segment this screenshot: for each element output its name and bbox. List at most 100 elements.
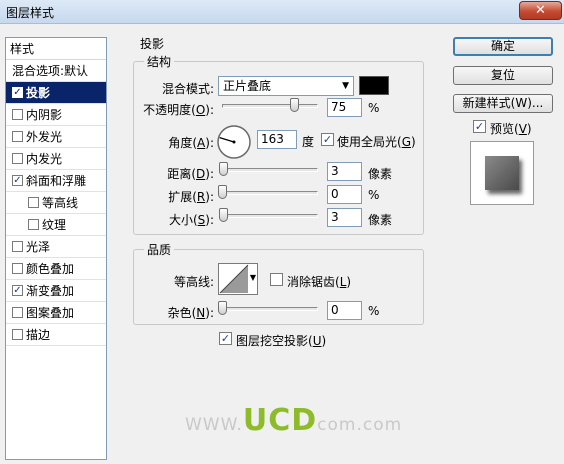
angle-label: 角度(A):	[168, 136, 214, 150]
reset-button[interactable]: 复位	[453, 66, 553, 85]
style-checkbox[interactable]: ✓	[12, 175, 23, 186]
size-unit: 像素	[368, 213, 393, 227]
style-item-label: 内阴影	[26, 108, 63, 122]
style-item-label: 外发光	[26, 130, 63, 144]
watermark: WWW.UCDcom.com	[185, 403, 415, 439]
preview-thumbnail	[485, 156, 519, 190]
styles-list-item[interactable]: 颜色叠加	[6, 258, 106, 280]
angle-dial[interactable]	[216, 124, 252, 160]
structure-title: 结构	[144, 53, 175, 70]
styles-list-item[interactable]: 图案叠加	[6, 302, 106, 324]
styles-list-item[interactable]: 内发光	[6, 148, 106, 170]
angle-input[interactable]: 163	[257, 130, 297, 149]
style-checkbox[interactable]	[12, 329, 23, 340]
use-global-light-checkbox[interactable]: ✓	[321, 133, 334, 146]
chevron-down-icon: ▼	[249, 273, 256, 282]
distance-slider[interactable]	[222, 168, 318, 172]
watermark-brand: UCD	[242, 403, 318, 438]
noise-slider-thumb[interactable]	[218, 301, 227, 315]
size-label: 大小(S):	[168, 213, 214, 227]
size-input[interactable]: 3	[327, 208, 362, 227]
distance-label: 距离(D):	[167, 167, 214, 181]
window-title: 图层样式	[6, 6, 55, 20]
style-item-label: 颜色叠加	[26, 262, 75, 276]
close-button[interactable]: ✕	[519, 1, 562, 20]
opacity-label: 不透明度(O):	[143, 103, 214, 117]
contour-label: 等高线:	[173, 275, 214, 289]
styles-list-item[interactable]: 外发光	[6, 126, 106, 148]
style-checkbox[interactable]	[12, 109, 23, 120]
angle-unit: 度	[302, 135, 315, 149]
contour-icon	[219, 264, 249, 294]
chevron-down-icon: ▼	[342, 81, 349, 91]
style-item-label: 纹理	[42, 218, 67, 232]
spread-slider-thumb[interactable]	[218, 185, 227, 199]
spread-label: 扩展(R):	[168, 190, 214, 204]
blend-mode-select[interactable]: 正片叠底 ▼	[218, 76, 354, 96]
size-slider-thumb[interactable]	[219, 208, 229, 222]
blend-mode-value: 正片叠底	[223, 79, 272, 93]
styles-list-item[interactable]: 光泽	[6, 236, 106, 258]
style-checkbox[interactable]: ✓	[12, 285, 23, 296]
styles-list-item[interactable]: ✓ 渐变叠加	[6, 280, 106, 302]
style-checkbox[interactable]	[28, 219, 39, 230]
spread-slider[interactable]	[222, 191, 318, 195]
opacity-unit: %	[368, 101, 380, 115]
style-item-label: 图案叠加	[26, 306, 75, 320]
styles-list-item[interactable]: 描边	[6, 324, 106, 346]
styles-list: 样式 混合选项:默认 ✓ 投影 内阴影 外发光 内发光 ✓ 斜面和浮雕 等高线 纹理 光泽 颜色叠加 ✓…	[5, 37, 107, 460]
opacity-input[interactable]: 75	[327, 98, 362, 117]
watermark-suffix: com.com	[317, 415, 403, 435]
preview-label: 预览(V)	[490, 122, 532, 136]
section-title: 投影	[140, 37, 165, 51]
style-checkbox[interactable]	[12, 307, 23, 318]
distance-input[interactable]: 3	[327, 162, 362, 181]
blend-mode-label: 混合模式:	[161, 82, 214, 96]
contour-picker[interactable]: ▼	[218, 263, 258, 295]
style-item-label: 斜面和浮雕	[26, 174, 87, 188]
styles-list-item[interactable]: ✓ 斜面和浮雕	[6, 170, 106, 192]
size-slider[interactable]	[222, 214, 318, 218]
styles-list-header: 样式	[6, 38, 106, 60]
opacity-slider[interactable]	[222, 104, 318, 108]
styles-list-item[interactable]: 内阴影	[6, 104, 106, 126]
spread-unit: %	[368, 188, 380, 202]
styles-list-item[interactable]: ✓ 投影	[6, 82, 106, 104]
style-item-label: 投影	[26, 86, 51, 100]
spread-input[interactable]: 0	[327, 185, 362, 204]
style-item-label: 混合选项:默认	[12, 64, 89, 78]
knockout-label: 图层挖空投影(U)	[236, 334, 327, 348]
watermark-prefix: WWW.	[185, 415, 243, 435]
distance-slider-thumb[interactable]	[219, 162, 229, 176]
use-global-light-label: 使用全局光(G)	[337, 135, 416, 149]
style-item-label: 光泽	[26, 240, 51, 254]
anti-aliased-label: 消除锯齿(L)	[287, 275, 352, 289]
opacity-slider-thumb[interactable]	[290, 98, 299, 112]
style-item-label: 渐变叠加	[26, 284, 75, 298]
style-checkbox[interactable]	[12, 153, 23, 164]
distance-unit: 像素	[368, 167, 393, 181]
style-checkbox[interactable]	[12, 241, 23, 252]
noise-unit: %	[368, 304, 380, 318]
style-item-label: 等高线	[42, 196, 79, 210]
preview-checkbox[interactable]: ✓	[473, 120, 486, 133]
style-checkbox[interactable]: ✓	[12, 87, 23, 98]
styles-list-item[interactable]: 纹理	[6, 214, 106, 236]
style-checkbox[interactable]	[12, 131, 23, 142]
styles-list-item[interactable]: 等高线	[6, 192, 106, 214]
title-bar: 图层样式 ✕	[0, 0, 564, 24]
quality-title: 品质	[144, 241, 175, 258]
anti-aliased-checkbox[interactable]	[270, 273, 283, 286]
noise-label: 杂色(N):	[167, 306, 214, 320]
style-checkbox[interactable]	[28, 197, 39, 208]
ok-button[interactable]: 确定	[453, 37, 553, 56]
noise-input[interactable]: 0	[327, 301, 362, 320]
style-item-label: 描边	[26, 328, 51, 342]
style-checkbox[interactable]	[12, 263, 23, 274]
new-style-button[interactable]: 新建样式(W)...	[453, 94, 553, 113]
styles-list-item[interactable]: 混合选项:默认	[6, 60, 106, 82]
shadow-color-swatch[interactable]	[359, 76, 389, 95]
noise-slider[interactable]	[222, 307, 318, 311]
knockout-checkbox[interactable]: ✓	[219, 332, 232, 345]
style-preview	[470, 141, 534, 205]
